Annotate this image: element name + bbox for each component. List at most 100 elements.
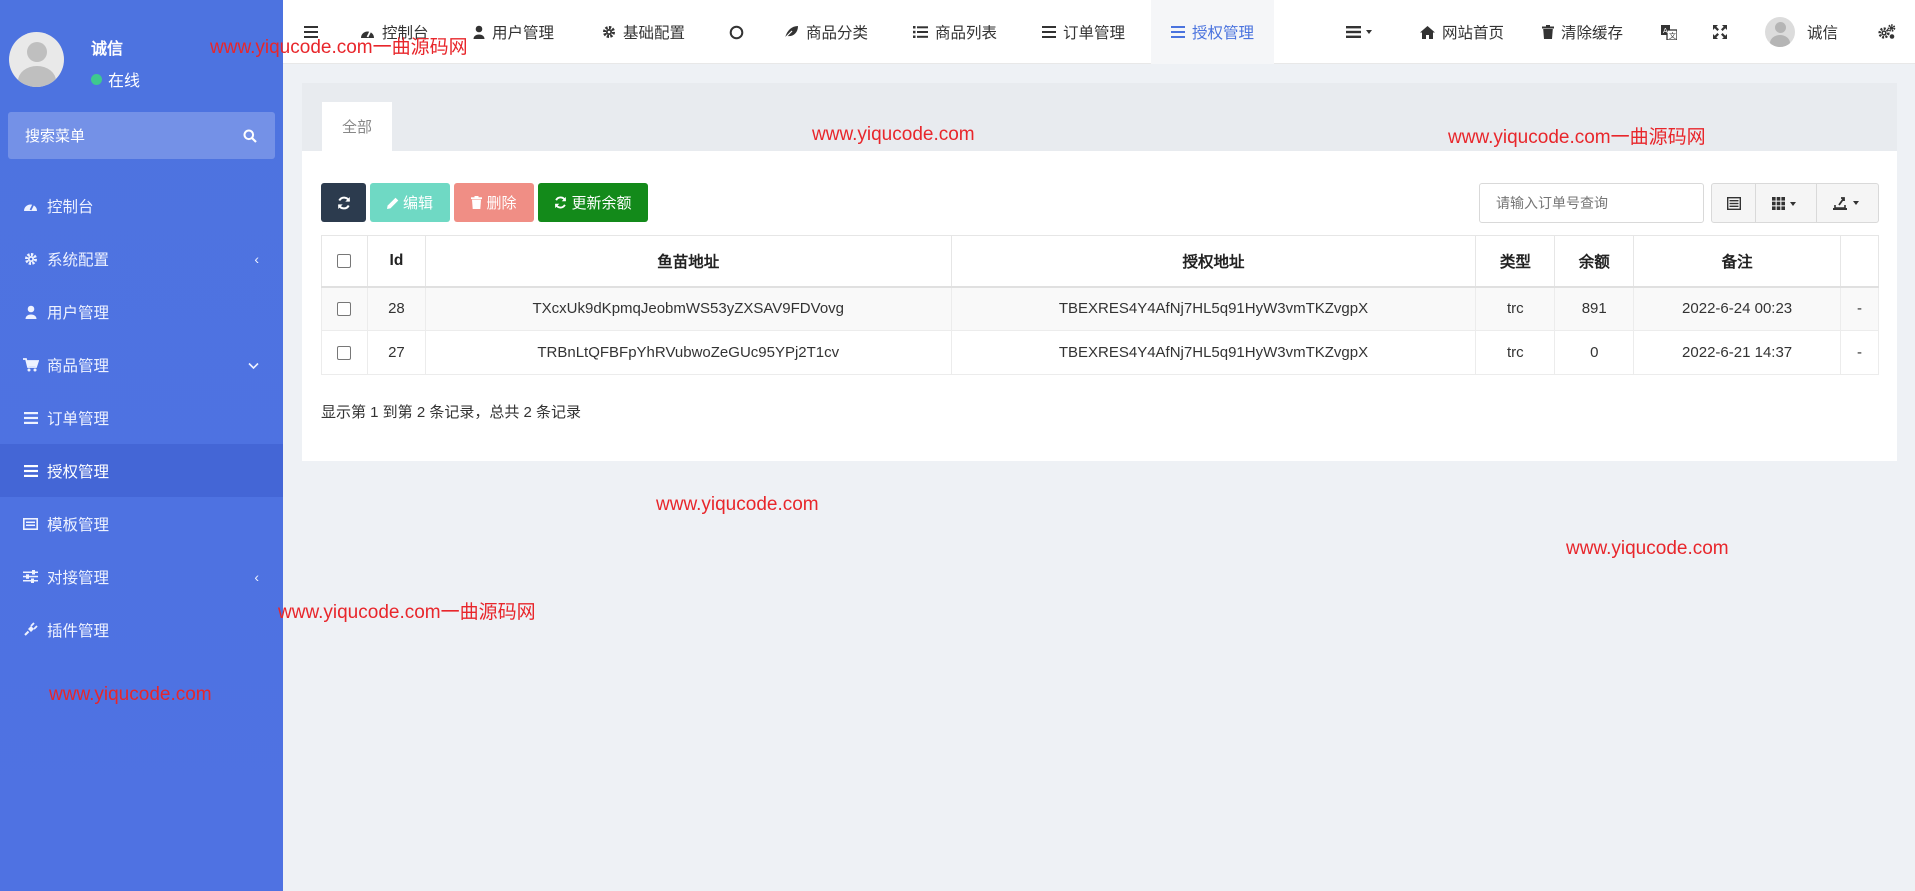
- nav-tab-label: 基础配置: [623, 25, 686, 42]
- sidebar: 诚信 在线 搜索菜单 控制台 系统配置 ‹ 用户管理 商品管理 订单管理 授权管…: [0, 0, 283, 891]
- nav-tab-users[interactable]: 用户管理: [473, 0, 554, 64]
- sidebar-item-plugins[interactable]: 插件管理: [0, 603, 283, 656]
- sidebar-item-label: 控制台: [47, 198, 94, 216]
- user-status: 在线: [91, 67, 140, 91]
- sidebar-item-products[interactable]: 商品管理: [0, 338, 283, 391]
- col-header-type[interactable]: 类型: [1475, 235, 1556, 288]
- sidebar-item-label: 订单管理: [47, 410, 110, 428]
- nav-tab-basic-config[interactable]: 基础配置: [602, 0, 685, 64]
- dashboard-icon: [360, 26, 375, 39]
- nav-tab-authorization[interactable]: 授权管理: [1151, 0, 1275, 64]
- sidebar-item-integration[interactable]: 对接管理 ‹: [0, 550, 283, 603]
- watermark-text: www.yiqucode.com一曲源码网: [278, 602, 536, 623]
- sliders-icon: [22, 568, 39, 585]
- fullscreen-button[interactable]: [1713, 0, 1727, 64]
- nav-tab-circle[interactable]: [729, 0, 744, 64]
- user-icon: [22, 303, 39, 320]
- nav-tab-categories[interactable]: 商品分类: [784, 0, 868, 64]
- chevron-left-icon: ‹: [254, 251, 259, 267]
- gear-icon: [22, 250, 39, 267]
- user-icon: [473, 25, 485, 39]
- plug-icon: [22, 621, 39, 638]
- delete-button[interactable]: 删除: [454, 183, 534, 222]
- nav-tab-label: 用户管理: [492, 25, 555, 42]
- row-checkbox[interactable]: [337, 346, 352, 361]
- export-dropdown-button[interactable]: [1817, 184, 1878, 222]
- clear-cache-button[interactable]: 清除缓存: [1542, 0, 1623, 64]
- cell-note: 2022-6-24 00:23: [1633, 286, 1841, 331]
- sidebar-item-templates[interactable]: 模板管理: [0, 497, 283, 550]
- user-menu-button[interactable]: 诚信: [1765, 0, 1838, 64]
- refresh-icon: [554, 196, 567, 209]
- cell-balance: 0: [1554, 330, 1635, 375]
- svg-text:A: A: [1663, 28, 1668, 35]
- col-header-auth-address[interactable]: 授权地址: [950, 235, 1477, 288]
- cell-extra: -: [1839, 330, 1880, 375]
- col-header-balance[interactable]: 余额: [1554, 235, 1635, 288]
- user-name: 诚信: [91, 41, 124, 58]
- grid-icon: [1772, 196, 1800, 210]
- row-select-cell: [321, 330, 368, 375]
- online-dot-icon: [91, 73, 102, 85]
- sidebar-item-dashboard[interactable]: 控制台: [0, 179, 283, 232]
- sidebar-item-label: 授权管理: [47, 463, 110, 481]
- trash-icon: [1542, 25, 1554, 39]
- nav-tab-label: 商品列表: [935, 25, 998, 42]
- svg-text:文: 文: [1669, 31, 1676, 40]
- nav-tab-dashboard[interactable]: 控制台: [360, 0, 429, 64]
- panel-tabs: 全部: [302, 83, 1897, 151]
- col-header-fish-address[interactable]: 鱼苗地址: [424, 235, 952, 288]
- columns-dropdown-button[interactable]: [1756, 184, 1817, 222]
- cell-auth-address: TBEXRES4Y4AfNj7HL5q91HyW3vmTKZvgpX: [950, 330, 1477, 375]
- site-home-link[interactable]: 网站首页: [1420, 0, 1504, 64]
- update-balance-label: 更新余额: [571, 195, 632, 212]
- cell-auth-address: TBEXRES4Y4AfNj7HL5q91HyW3vmTKZvgpX: [950, 286, 1477, 331]
- row-checkbox[interactable]: [337, 302, 352, 317]
- gears-icon: [1878, 24, 1896, 40]
- nav-tab-label: 订单管理: [1063, 25, 1126, 42]
- sidebar-search-placeholder: 搜索菜单: [25, 128, 86, 145]
- watermark-text: www.yiqucode.com: [1566, 538, 1729, 559]
- sidebar-item-system-config[interactable]: 系统配置 ‹: [0, 232, 283, 285]
- nav-tab-product-list[interactable]: 商品列表: [913, 0, 997, 64]
- update-balance-button[interactable]: 更新余额: [538, 183, 648, 222]
- edit-button[interactable]: 编辑: [370, 183, 450, 222]
- row-select-cell: [321, 286, 368, 331]
- pagination-info: 显示第 1 到第 2 条记录，总共 2 条记录: [321, 404, 582, 421]
- gear-icon: [602, 25, 616, 39]
- table-row: 28 TXcxUk9dKpmqJeobmWS53yZXSAV9FDVovg TB…: [321, 286, 1880, 331]
- sidebar-item-orders[interactable]: 订单管理: [0, 391, 283, 444]
- avatar: [9, 32, 64, 87]
- select-all-checkbox[interactable]: [337, 253, 352, 268]
- nav-tab-orders[interactable]: 订单管理: [1042, 0, 1125, 64]
- sidebar-menu: 控制台 系统配置 ‹ 用户管理 商品管理 订单管理 授权管理 模板管理 对接管理…: [0, 179, 283, 656]
- col-header-note[interactable]: 备注: [1633, 235, 1841, 288]
- content-panel: 全部 编辑 删除 更新余额 请输入订单号查询 Id 鱼苗地址 授权地址 类型 余…: [302, 83, 1897, 461]
- search-icon[interactable]: [243, 129, 257, 143]
- toggle-view-button[interactable]: [1712, 184, 1756, 222]
- sidebar-search-input[interactable]: 搜索菜单: [8, 112, 275, 159]
- watermark-text: www.yiqucode.com: [656, 494, 819, 515]
- language-toggle-button[interactable]: A文: [1661, 0, 1677, 64]
- pencil-icon: [386, 197, 399, 209]
- sidebar-item-users[interactable]: 用户管理: [0, 285, 283, 338]
- tab-all[interactable]: 全部: [322, 102, 392, 151]
- sidebar-item-authorization[interactable]: 授权管理: [0, 444, 283, 497]
- table-row: 27 TRBnLtQFBFpYhRVubwoZeGUc95YPj2T1cv TB…: [321, 330, 1880, 375]
- cell-fish-address: TXcxUk9dKpmqJeobmWS53yZXSAV9FDVovg: [424, 286, 952, 331]
- translate-icon: A文: [1661, 24, 1677, 40]
- sidebar-toggle-button[interactable]: [304, 0, 318, 64]
- tabs-dropdown-button[interactable]: [1346, 0, 1374, 64]
- col-header-id[interactable]: Id: [366, 235, 426, 288]
- refresh-button[interactable]: [321, 183, 366, 222]
- sidebar-item-label: 商品管理: [47, 357, 110, 375]
- template-icon: [22, 515, 39, 532]
- cart-icon: [22, 356, 39, 373]
- edit-button-label: 编辑: [402, 195, 433, 212]
- sidebar-item-label: 用户管理: [47, 304, 110, 322]
- list-dropdown-icon: [1346, 26, 1374, 38]
- order-search-input[interactable]: [1479, 183, 1704, 223]
- settings-button[interactable]: [1878, 0, 1896, 64]
- list-alt-icon: [1726, 196, 1741, 210]
- cell-balance: 891: [1554, 286, 1635, 331]
